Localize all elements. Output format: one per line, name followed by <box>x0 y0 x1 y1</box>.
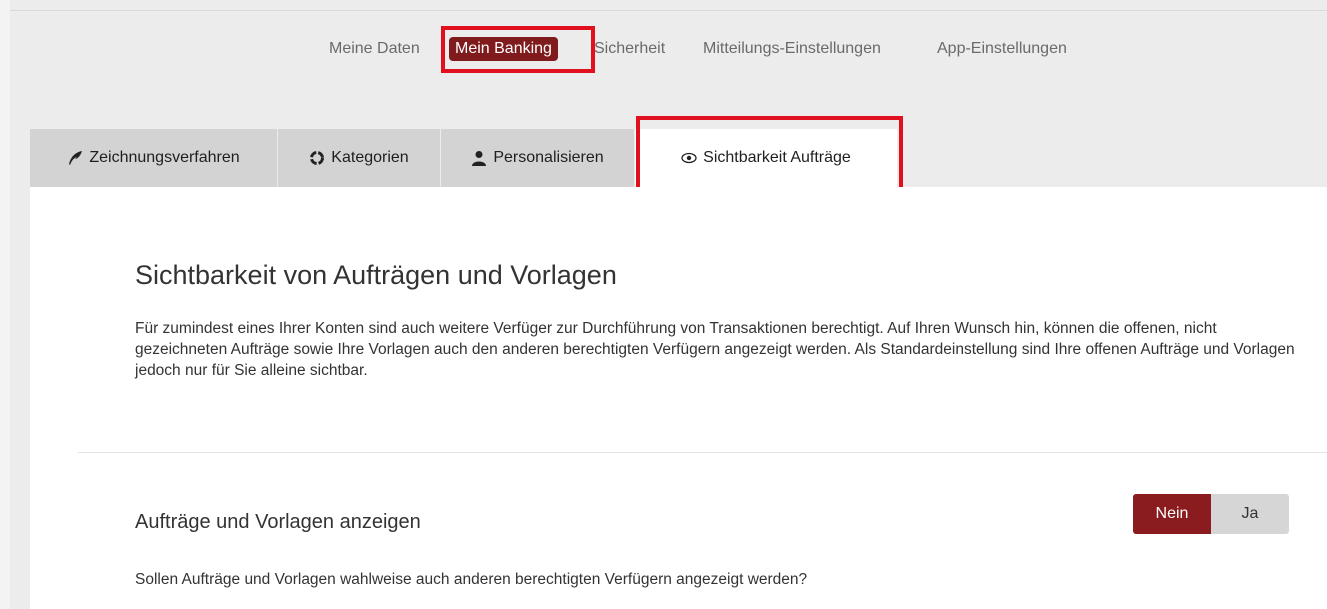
tab-label: Personalisieren <box>493 149 604 166</box>
tab-zeichnungsverfahren[interactable]: Zeichnungsverfahren <box>30 129 277 187</box>
section-question: Sollen Aufträge und Vorlagen wahlweise a… <box>135 571 808 588</box>
toggle-ja-button[interactable]: Ja <box>1211 494 1289 534</box>
nav-mitteilungs-einstellungen[interactable]: Mitteilungs-Einstellungen <box>703 38 881 60</box>
page-title: Sichtbarkeit von Aufträgen und Vorlagen <box>135 260 617 290</box>
nav-sicherheit[interactable]: Sicherheit <box>594 38 665 60</box>
page-description: Für zumindest eines Ihrer Konten sind au… <box>135 320 1295 379</box>
user-icon <box>471 150 487 166</box>
tab-label: Kategorien <box>331 149 409 166</box>
highlight-box-mein-banking <box>441 26 595 73</box>
left-edge <box>0 0 10 609</box>
nav-meine-daten[interactable]: Meine Daten <box>329 38 420 60</box>
toggle-nein-button[interactable]: Nein <box>1133 494 1211 534</box>
page-shell: Meine Daten Mein Banking Sicherheit Mitt… <box>0 0 1327 609</box>
tab-label: Zeichnungsverfahren <box>89 149 240 166</box>
top-navigation: Meine Daten Mein Banking Sicherheit Mitt… <box>0 37 1327 61</box>
section-title: Aufträge und Vorlagen anzeigen <box>135 511 421 533</box>
nav-app-einstellungen[interactable]: App-Einstellungen <box>937 38 1067 60</box>
tab-personalisieren[interactable]: Personalisieren <box>441 129 634 187</box>
refresh-icon <box>309 150 325 166</box>
top-divider <box>10 10 1327 11</box>
visibility-toggle: Nein Ja <box>1133 494 1289 534</box>
content-panel: Sichtbarkeit von Aufträgen und Vorlagen … <box>30 187 1327 609</box>
tab-kategorien[interactable]: Kategorien <box>278 129 440 187</box>
section-divider <box>78 452 1327 453</box>
feather-icon <box>67 150 83 166</box>
